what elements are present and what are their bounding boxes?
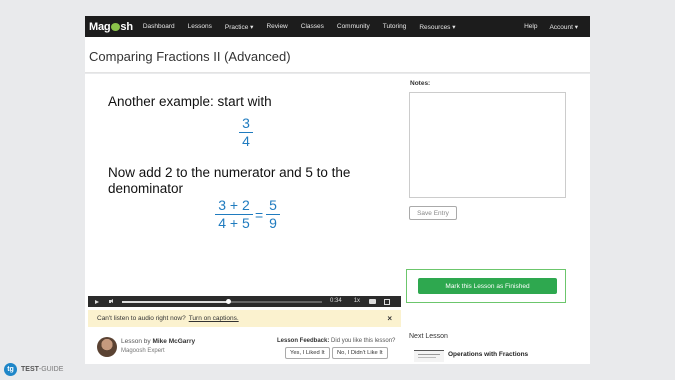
nav-tutoring[interactable]: Tutoring xyxy=(383,23,407,30)
top-nav: Mag sh Dashboard Lessons Practice ▾ Revie… xyxy=(85,16,590,37)
nav-help[interactable]: Help xyxy=(524,23,537,30)
volume-icon[interactable] xyxy=(109,299,114,304)
watermark-brand: TEST xyxy=(21,366,39,373)
turn-on-captions-link[interactable]: Turn on captions. xyxy=(189,315,239,322)
author-name[interactable]: Mike McGarry xyxy=(152,338,195,345)
lesson-author: Lesson by Mike McGarry xyxy=(121,338,195,345)
equals-sign: = xyxy=(255,207,264,223)
fraction-sum: 3 + 2 4 + 5 xyxy=(215,198,253,231)
test-guide-text: TEST-GUIDE xyxy=(21,366,63,373)
play-icon[interactable] xyxy=(95,299,99,304)
avatar xyxy=(97,337,117,357)
page-title: Comparing Fractions II (Advanced) xyxy=(89,49,291,64)
progress-fill xyxy=(122,300,228,303)
slide-line-1: Another example: start with xyxy=(108,94,272,109)
caption-banner: Can't listen to audio right now? Turn on… xyxy=(88,310,401,327)
fraction-start: 3 4 xyxy=(239,116,253,149)
notes-label: Notes: xyxy=(410,80,431,87)
test-guide-watermark: tg TEST-GUIDE xyxy=(4,363,63,376)
fraction-result: 5 9 xyxy=(266,198,280,231)
fraction-sum-denominator: 4 + 5 xyxy=(218,215,250,232)
next-lesson-title[interactable]: Operations with Fractions xyxy=(448,351,528,358)
captions-icon[interactable] xyxy=(369,299,377,304)
like-button[interactable]: Yes, I Liked It xyxy=(285,347,330,359)
fraction-result-denominator: 9 xyxy=(269,215,277,232)
nav-classes[interactable]: Classes xyxy=(301,23,324,30)
next-lesson-label: Next Lesson xyxy=(409,333,448,340)
time-display: 0:34 xyxy=(330,298,342,304)
dislike-button[interactable]: No, I Didn't Like It xyxy=(332,347,388,359)
nav-account[interactable]: Account ▾ xyxy=(549,23,578,31)
close-icon[interactable]: × xyxy=(387,314,392,323)
author-role: Magoosh Expert xyxy=(121,348,165,354)
nav-lessons[interactable]: Lessons xyxy=(188,23,212,30)
mark-finished-button[interactable]: Mark this Lesson as Finished xyxy=(418,278,557,294)
logo-text-left: Mag xyxy=(89,20,111,33)
slide-line-2: Now add 2 to the numerator and 5 to the … xyxy=(108,165,351,196)
nav-review[interactable]: Review xyxy=(266,23,287,30)
nav-community[interactable]: Community xyxy=(337,23,370,30)
save-entry-button[interactable]: Save Entry xyxy=(409,206,457,220)
nav-practice[interactable]: Practice ▾ xyxy=(225,23,254,31)
video-controls: 0:34 1x xyxy=(88,296,401,307)
feedback-question: Did you like this lesson? xyxy=(331,338,396,344)
progress-bar[interactable] xyxy=(122,299,322,304)
progress-knob[interactable] xyxy=(225,299,231,304)
nav-resources[interactable]: Resources ▾ xyxy=(419,23,455,31)
logo-text-right: sh xyxy=(120,20,133,33)
watermark-suffix: -GUIDE xyxy=(38,366,64,373)
fraction-start-numerator: 3 xyxy=(242,115,250,131)
fullscreen-icon[interactable] xyxy=(384,298,391,305)
speed-button[interactable]: 1x xyxy=(354,296,360,307)
fraction-start-denominator: 4 xyxy=(242,133,250,150)
title-bar: Comparing Fractions II (Advanced) xyxy=(85,37,590,73)
nav-dashboard[interactable]: Dashboard xyxy=(143,23,175,30)
lesson-by-prefix: Lesson by xyxy=(121,338,151,345)
fraction-sum-numerator: 3 + 2 xyxy=(218,197,250,213)
next-lesson-thumbnail[interactable] xyxy=(414,350,444,362)
caption-banner-text: Can't listen to audio right now? xyxy=(97,315,186,322)
video-slide[interactable]: Another example: start with 3 4 Now add … xyxy=(88,76,401,296)
lesson-feedback: Lesson Feedback: Did you like this lesso… xyxy=(277,338,395,344)
magoosh-logo[interactable]: Mag sh xyxy=(89,21,133,33)
notes-textarea[interactable] xyxy=(409,92,566,198)
feedback-label: Lesson Feedback: xyxy=(277,338,330,344)
owl-icon xyxy=(110,23,120,31)
fraction-result-numerator: 5 xyxy=(269,197,277,213)
test-guide-logo-icon: tg xyxy=(4,363,17,376)
